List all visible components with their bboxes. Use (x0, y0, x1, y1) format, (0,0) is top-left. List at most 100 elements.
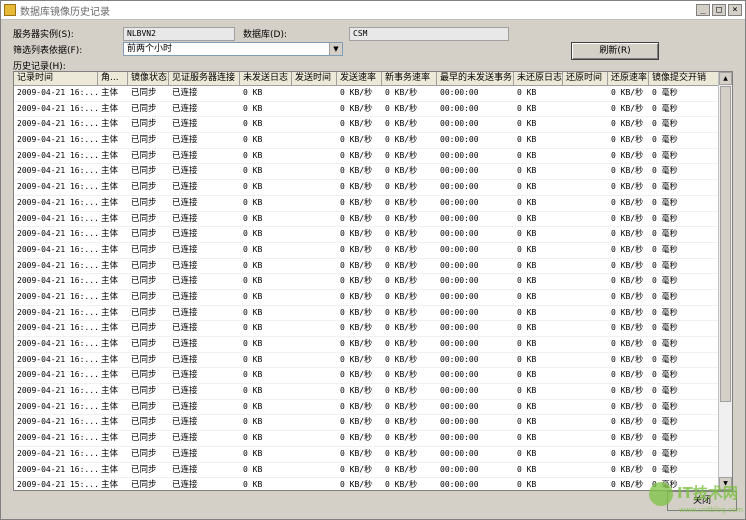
table-row[interactable]: 2009-04-21 16:... 主体 已同步 已连接 0 KB 0 KB/秒 0 KB/… (14, 164, 732, 181)
table-row[interactable]: 2009-04-21 16:... 主体 已同步 已连接 0 KB 0 KB/秒 0 KB/… (14, 196, 732, 212)
table-cell: 0 KB/秒 (611, 464, 644, 474)
table-cell: 0 KB/秒 (611, 244, 644, 254)
table-cell: 0 KB (517, 291, 537, 301)
table-cell: 2009-04-21 16:... (17, 88, 98, 97)
table-cell: 0 KB (517, 370, 537, 380)
column-header[interactable]: 发送速率 (337, 72, 382, 85)
table-row[interactable]: 2009-04-21 16:... 主体 已同步 已连接 0 KB 0 KB/秒 0 KB/… (14, 243, 732, 259)
column-header[interactable]: 最早的未发送事务 (437, 72, 514, 85)
table-row[interactable]: 2009-04-21 16:... 主体 已同步 已连接 0 KB 0 KB/秒 0 KB/… (14, 400, 732, 416)
table-cell: 0 毫秒 (652, 448, 678, 458)
column-header[interactable]: 发送时间 (292, 72, 337, 85)
column-header[interactable]: 角... (98, 72, 128, 85)
table-cell: 0 KB/秒 (385, 354, 418, 364)
table-cell: 0 KB/秒 (611, 166, 644, 176)
refresh-button[interactable]: 刷新(R) (571, 42, 659, 60)
table-cell: 0 毫秒 (652, 307, 678, 317)
table-row[interactable]: 2009-04-21 16:... 主体 已同步 已连接 0 KB 0 KB/秒 0 KB/… (14, 368, 732, 385)
watermark-logo: IT技术网 www.cnitblog.com (649, 482, 743, 514)
table-cell: 0 毫秒 (652, 401, 678, 411)
table-row[interactable]: 2009-04-21 16:... 主体 已同步 已连接 0 KB 0 KB/秒 0 KB/… (14, 180, 732, 196)
table-cell: 已同步 (131, 307, 157, 318)
table-cell: 已同步 (131, 386, 157, 397)
table-cell: 已同步 (131, 88, 157, 98)
table-cell: 0 KB/秒 (385, 323, 418, 333)
table-cell (563, 321, 608, 336)
column-header[interactable]: 镜像状态 (128, 72, 169, 85)
table-row[interactable]: 2009-04-21 16:... 主体 已同步 已连接 0 KB 0 KB/秒 0 KB/… (14, 117, 732, 134)
filter-select[interactable]: 前两个小时 ▼ (123, 42, 343, 56)
close-button[interactable]: × (728, 4, 742, 16)
vertical-scrollbar[interactable]: ▲ ▼ (718, 72, 732, 490)
table-cell (563, 478, 608, 490)
watermark-subtext: www.cnitblog.com (679, 506, 743, 514)
table-cell (292, 353, 337, 368)
title-bar[interactable]: 数据库镜像历史记录 _ □ × (1, 1, 745, 20)
table-cell (292, 86, 337, 101)
chevron-down-icon[interactable]: ▼ (329, 43, 342, 55)
table-row[interactable]: 2009-04-21 16:... 主体 已同步 已连接 0 KB 0 KB/秒 0 KB/… (14, 306, 732, 322)
table-cell: 已连接 (172, 448, 198, 459)
table-cell: 0 KB/秒 (385, 433, 418, 443)
table-cell: 0 KB/秒 (385, 276, 418, 286)
table-row[interactable]: 2009-04-21 16:... 主体 已同步 已连接 0 KB 0 KB/秒 0 KB/… (14, 133, 732, 149)
table-row[interactable]: 2009-04-21 16:... 主体 已同步 已连接 0 KB 0 KB/秒 0 KB/… (14, 415, 732, 432)
table-row[interactable]: 2009-04-21 16:... 主体 已同步 已连接 0 KB 0 KB/秒 0 KB/… (14, 321, 732, 337)
table-row[interactable]: 2009-04-21 16:... 主体 已同步 已连接 0 KB 0 KB/秒 0 KB/… (14, 102, 732, 118)
table-cell: 0 KB/秒 (611, 401, 644, 411)
scrollbar-thumb[interactable] (720, 86, 731, 402)
table-cell: 已同步 (131, 119, 157, 130)
table-cell: 0 KB (243, 339, 263, 348)
table-row[interactable]: 2009-04-21 16:... 主体 已同步 已连接 0 KB 0 KB/秒 0 KB/… (14, 463, 732, 479)
table-cell: 主体 (101, 386, 119, 397)
table-cell (292, 259, 337, 274)
column-header[interactable]: 还原速率 (608, 72, 649, 85)
table-cell: 主体 (101, 213, 119, 224)
minimize-button[interactable]: _ (696, 4, 710, 16)
table-cell: 0 KB (243, 166, 263, 176)
table-row[interactable]: 2009-04-21 16:... 主体 已同步 已连接 0 KB 0 KB/秒 0 KB/… (14, 227, 732, 243)
table-row[interactable]: 2009-04-21 16:... 主体 已同步 已连接 0 KB 0 KB/秒 0 KB/… (14, 212, 732, 228)
table-cell: 已连接 (172, 213, 198, 224)
maximize-button[interactable]: □ (712, 4, 726, 16)
table-cell: 0 KB/秒 (611, 433, 644, 443)
table-row[interactable]: 2009-04-21 16:... 主体 已同步 已连接 0 KB 0 KB/秒 0 KB/… (14, 86, 732, 102)
table-cell: 0 KB (243, 197, 263, 207)
table-cell: 0 KB (243, 119, 263, 129)
table-cell: 0 KB (517, 480, 537, 490)
column-header[interactable]: 镜像提交开销 (649, 72, 723, 85)
table-row[interactable]: 2009-04-21 15:... 主体 已同步 已连接 0 KB 0 KB/秒 0 KB/… (14, 478, 732, 490)
column-header[interactable]: 新事务速率 (382, 72, 437, 85)
table-cell: 主体 (101, 103, 119, 114)
table-row[interactable]: 2009-04-21 16:... 主体 已同步 已连接 0 KB 0 KB/秒 0 KB/… (14, 431, 732, 447)
column-header[interactable]: 还原时间 (563, 72, 608, 85)
table-cell: 0 KB/秒 (385, 88, 418, 97)
table-row[interactable]: 2009-04-21 16:... 主体 已同步 已连接 0 KB 0 KB/秒 0 KB/… (14, 353, 732, 369)
column-header[interactable]: 未还原日志 (514, 72, 563, 85)
column-header[interactable]: 记录时间 (14, 72, 98, 85)
table-cell: 0 KB/秒 (340, 119, 373, 129)
table-row[interactable]: 2009-04-21 16:... 主体 已同步 已连接 0 KB 0 KB/秒 0 KB/… (14, 290, 732, 306)
table-row[interactable]: 2009-04-21 16:... 主体 已同步 已连接 0 KB 0 KB/秒 0 KB/… (14, 149, 732, 165)
table-cell: 已同步 (131, 166, 157, 177)
table-cell: 0 KB (517, 464, 537, 474)
table-cell: 0 KB (243, 480, 263, 490)
column-header[interactable]: 见证服务器连接 (169, 72, 240, 85)
table-row[interactable]: 2009-04-21 16:... 主体 已同步 已连接 0 KB 0 KB/秒 0 KB/… (14, 384, 732, 400)
table-cell: 2009-04-21 16:... (17, 119, 98, 129)
table-row[interactable]: 2009-04-21 16:... 主体 已同步 已连接 0 KB 0 KB/秒 0 KB/… (14, 337, 732, 353)
table-cell (292, 431, 337, 446)
scroll-up-arrow-icon[interactable]: ▲ (719, 72, 732, 85)
table-cell: 0 KB (517, 135, 537, 145)
table-row[interactable]: 2009-04-21 16:... 主体 已同步 已连接 0 KB 0 KB/秒 0 KB/… (14, 447, 732, 463)
table-row[interactable]: 2009-04-21 16:... 主体 已同步 已连接 0 KB 0 KB/秒 0 KB/… (14, 274, 732, 290)
table-cell: 2009-04-21 16:... (17, 103, 98, 113)
table-cell: 0 KB/秒 (611, 480, 644, 490)
table-cell (563, 149, 608, 164)
watermark-text: IT技术网 (677, 484, 738, 502)
history-grid[interactable]: 记录时间 角... 镜像状态 见证服务器连接 未发送日志 发送时间 发送速率 新事务速率 最早的… (13, 71, 733, 491)
table-row[interactable]: 2009-04-21 16:... 主体 已同步 已连接 0 KB 0 KB/秒 0 KB/… (14, 259, 732, 275)
column-header[interactable]: 未发送日志 (240, 72, 292, 85)
table-cell: 0 毫秒 (652, 433, 678, 443)
table-cell: 00:00:00 (440, 433, 479, 443)
